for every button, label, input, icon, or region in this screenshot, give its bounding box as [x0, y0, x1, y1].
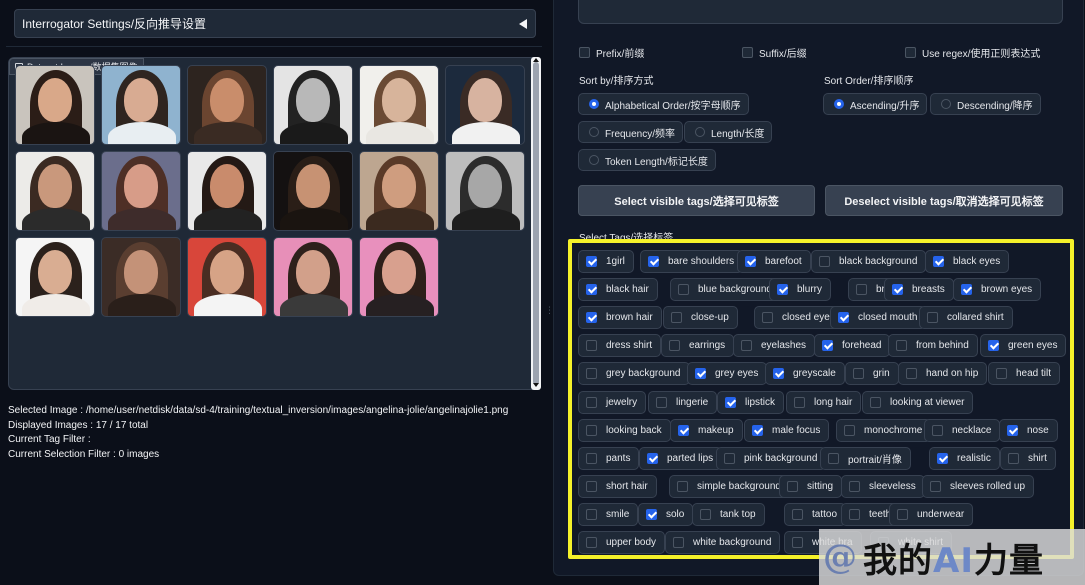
- interrogator-settings-accordion[interactable]: Interrogator Settings/反向推导设置: [14, 9, 536, 38]
- watermark-at: @: [823, 537, 857, 577]
- sort-order-label: Sort Order/排序顺序: [824, 76, 914, 87]
- gallery-scrollbar-thumb[interactable]: [533, 62, 539, 385]
- deselect-visible-tags-button[interactable]: Deselect visible tags/取消选择可见标签: [825, 185, 1063, 216]
- prefix-checkbox[interactable]: [579, 47, 590, 58]
- dataset-image-thumbnail[interactable]: [273, 65, 353, 145]
- watermark-text: 我的AI力量: [863, 540, 1044, 581]
- dataset-image-thumbnail[interactable]: [359, 237, 439, 317]
- current-tag-filter: Current Tag Filter :: [8, 434, 91, 445]
- dataset-image-thumbnail[interactable]: [187, 65, 267, 145]
- dataset-image-thumbnail[interactable]: [15, 237, 95, 317]
- radio-icon[interactable]: [589, 155, 599, 165]
- dataset-images-gallery: Dataset Images/数据集图像: [8, 57, 541, 390]
- suffix-label: Suffix/后缀: [759, 49, 807, 60]
- scroll-up-arrow-icon[interactable]: [533, 58, 539, 62]
- current-selection-filter: Current Selection Filter : 0 images: [8, 448, 160, 460]
- prefix-label: Prefix/前缀: [596, 49, 645, 60]
- yellow-highlight-box: [568, 239, 1074, 559]
- image-info: Selected Image : /home/user/netdisk/data…: [8, 404, 508, 462]
- radio-icon[interactable]: [941, 99, 951, 109]
- dataset-image-thumbnail[interactable]: [15, 151, 95, 231]
- watermark: @ 我的AI力量: [819, 529, 1085, 585]
- radio-label: Descending/降序: [957, 100, 1033, 112]
- displayed-images-count: Displayed Images : 17 / 17 total: [8, 419, 149, 431]
- sort-descending-radio[interactable]: Descending/降序: [930, 93, 1041, 115]
- radio-label: Alphabetical Order/按字母顺序: [605, 100, 741, 112]
- radio-selected-icon[interactable]: [834, 99, 844, 109]
- collapse-triangle-icon[interactable]: [519, 18, 527, 29]
- regex-checkbox[interactable]: [905, 47, 916, 58]
- dataset-image-thumbnail[interactable]: [359, 65, 439, 145]
- dataset-image-thumbnail[interactable]: [445, 65, 525, 145]
- interrogator-settings-title: Interrogator Settings/反向推导设置: [22, 17, 207, 31]
- divider: [6, 46, 542, 47]
- dataset-image-thumbnail[interactable]: [101, 65, 181, 145]
- sort-frequency-radio[interactable]: Frequency/频率: [578, 121, 684, 143]
- suffix-option[interactable]: Suffix/后缀: [742, 45, 807, 60]
- regex-label: Use regex/使用正则表达式: [922, 49, 1041, 60]
- selected-image-path: Selected Image : /home/user/netdisk/data…: [8, 405, 509, 416]
- sort-token-length-radio[interactable]: Token Length/标记长度: [578, 149, 716, 171]
- scroll-down-arrow-icon[interactable]: [533, 383, 539, 387]
- radio-label: Ascending/升序: [850, 100, 920, 112]
- radio-icon[interactable]: [589, 127, 599, 137]
- sort-by-label: Sort by/排序方式: [579, 76, 654, 87]
- dataset-image-thumbnail[interactable]: [445, 151, 525, 231]
- dataset-image-thumbnail[interactable]: [187, 237, 267, 317]
- dataset-image-thumbnail[interactable]: [273, 237, 353, 317]
- radio-icon[interactable]: [695, 127, 705, 137]
- dataset-image-thumbnail[interactable]: [273, 151, 353, 231]
- caption-textarea[interactable]: [578, 0, 1063, 24]
- dataset-image-thumbnail[interactable]: [101, 151, 181, 231]
- radio-label: Token Length/标记长度: [605, 156, 708, 168]
- dataset-image-thumbnail[interactable]: [187, 151, 267, 231]
- suffix-checkbox[interactable]: [742, 47, 753, 58]
- radio-label: Frequency/频率: [605, 128, 676, 140]
- sort-alphabetical-radio[interactable]: Alphabetical Order/按字母顺序: [578, 93, 749, 115]
- radio-label: Length/长度: [711, 128, 765, 140]
- dataset-image-thumbnail[interactable]: [15, 65, 95, 145]
- dataset-image-thumbnail[interactable]: [359, 151, 439, 231]
- sort-ascending-radio[interactable]: Ascending/升序: [823, 93, 928, 115]
- radio-selected-icon[interactable]: [589, 99, 599, 109]
- sort-length-radio[interactable]: Length/长度: [684, 121, 773, 143]
- dataset-image-thumbnail[interactable]: [101, 237, 181, 317]
- prefix-option[interactable]: Prefix/前缀: [579, 45, 644, 60]
- select-visible-tags-button[interactable]: Select visible tags/选择可见标签: [578, 185, 815, 216]
- regex-option[interactable]: Use regex/使用正则表达式: [905, 45, 1040, 60]
